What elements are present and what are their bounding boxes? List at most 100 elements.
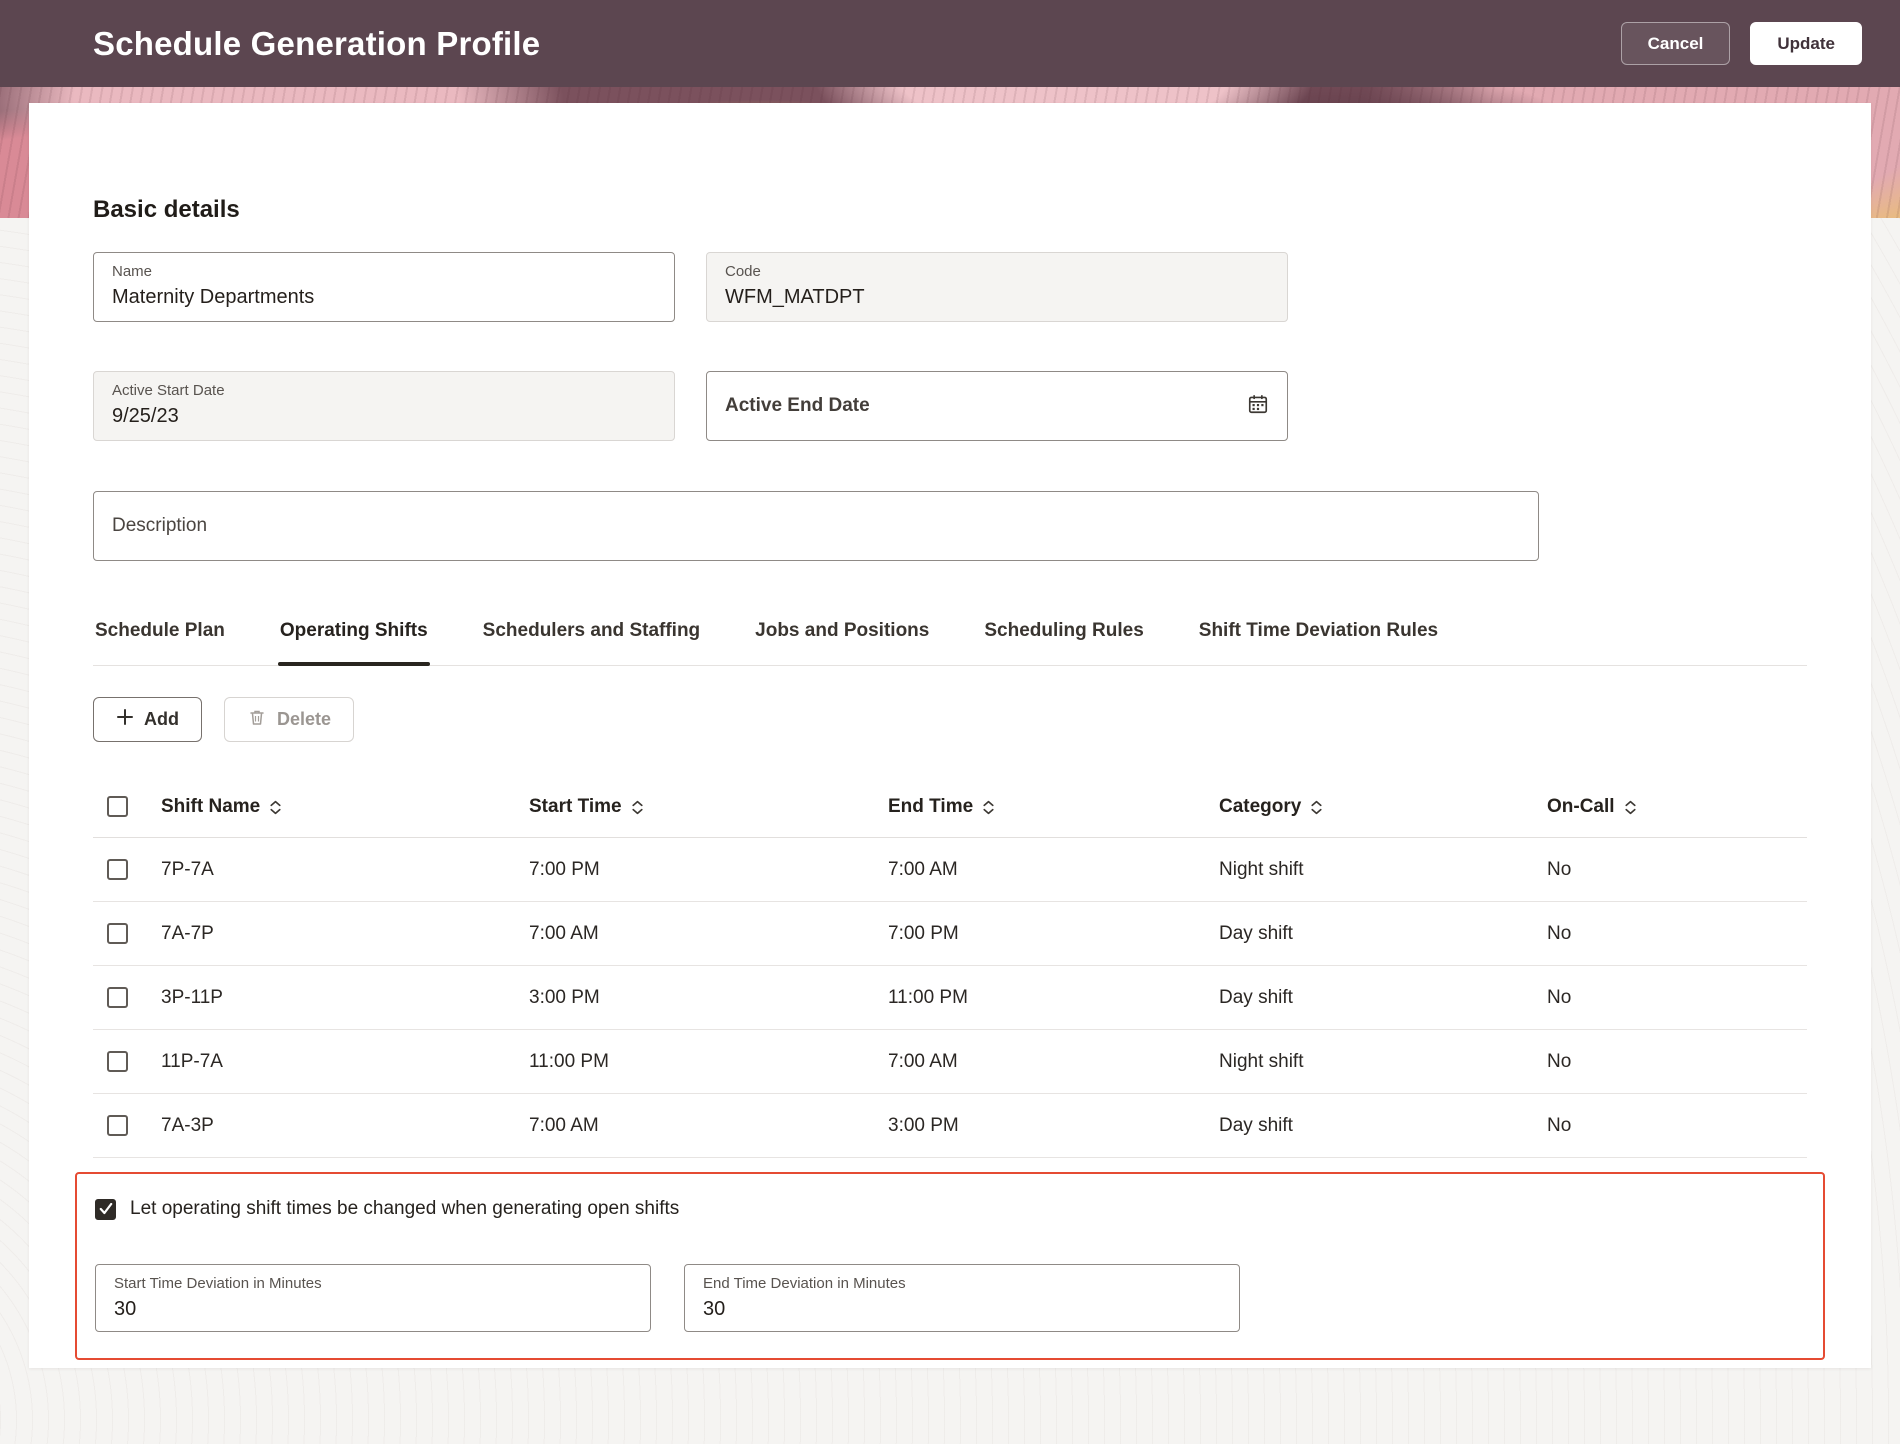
name-field[interactable]: Name Maternity Departments: [93, 252, 675, 322]
cell-on-call: No: [1547, 922, 1572, 944]
column-header-category[interactable]: Category: [1219, 796, 1547, 818]
cell-on-call: No: [1547, 1114, 1572, 1136]
column-header-shift-name[interactable]: Shift Name: [161, 796, 529, 818]
column-header-on-call[interactable]: On-Call: [1547, 796, 1807, 818]
name-field-label: Name: [112, 263, 153, 280]
tab-bar: Schedule Plan Operating Shifts Scheduler…: [93, 618, 1807, 666]
active-end-date-field[interactable]: Active End Date: [706, 371, 1288, 441]
cell-start-time: 7:00 AM: [529, 1114, 599, 1136]
header-actions: Cancel Update: [1620, 22, 1862, 65]
tab-schedulers-and-staffing[interactable]: Schedulers and Staffing: [481, 618, 702, 665]
table-header-row: Shift Name Start Time End Time Category …: [93, 776, 1807, 838]
active-start-date-label: Active Start Date: [112, 382, 225, 399]
tab-shift-time-deviation-rules[interactable]: Shift Time Deviation Rules: [1197, 618, 1440, 665]
basic-details-heading: Basic details: [93, 196, 240, 223]
active-start-date-value: 9/25/23: [112, 405, 179, 427]
cell-shift-name: 3P-11P: [161, 986, 223, 1008]
cell-category: Night shift: [1219, 858, 1304, 880]
cell-shift-name: 7P-7A: [161, 858, 214, 880]
table-row: 3P-11P 3:00 PM 11:00 PM Day shift No: [93, 966, 1807, 1030]
column-header-end-time[interactable]: End Time: [888, 796, 1219, 818]
cell-category: Day shift: [1219, 922, 1293, 944]
tab-schedule-plan[interactable]: Schedule Plan: [93, 618, 227, 665]
sort-icon[interactable]: [982, 800, 995, 815]
row-checkbox[interactable]: [107, 923, 128, 944]
checkmark-icon: [99, 1203, 112, 1215]
cell-category: Day shift: [1219, 986, 1293, 1008]
description-field-label: Description: [112, 515, 208, 536]
delete-button-label: Delete: [277, 709, 332, 729]
select-all-checkbox[interactable]: [107, 796, 128, 817]
start-time-deviation-field[interactable]: Start Time Deviation in Minutes 30: [95, 1264, 651, 1332]
sort-icon[interactable]: [1310, 800, 1323, 815]
cell-category: Night shift: [1219, 1050, 1304, 1072]
code-field-value: WFM_MATDPT: [725, 286, 865, 308]
table-row: 7A-7P 7:00 AM 7:00 PM Day shift No: [93, 902, 1807, 966]
active-end-date-label: Active End Date: [725, 395, 870, 416]
active-start-date-field: Active Start Date 9/25/23: [93, 371, 675, 441]
cancel-button[interactable]: Cancel: [1620, 22, 1731, 65]
cell-end-time: 7:00 AM: [888, 858, 958, 880]
update-button[interactable]: Update: [1750, 22, 1862, 65]
start-time-deviation-value: 30: [114, 1298, 137, 1320]
add-button[interactable]: Add: [93, 697, 202, 742]
allow-shift-change-label: Let operating shift times be changed whe…: [130, 1198, 680, 1219]
end-time-deviation-value: 30: [703, 1298, 726, 1320]
delete-button[interactable]: Delete: [224, 697, 355, 742]
plus-icon: [116, 708, 134, 731]
cell-start-time: 3:00 PM: [529, 986, 600, 1008]
end-time-deviation-field[interactable]: End Time Deviation in Minutes 30: [684, 1264, 1240, 1332]
sort-icon[interactable]: [1624, 800, 1637, 815]
description-field[interactable]: Description: [93, 491, 1539, 561]
open-shift-options-highlight: Let operating shift times be changed whe…: [75, 1172, 1825, 1360]
cell-end-time: 11:00 PM: [888, 986, 968, 1008]
form-row-1: Name Maternity Departments Code WFM_MATD…: [93, 252, 1807, 322]
tab-operating-shifts[interactable]: Operating Shifts: [277, 618, 430, 666]
table-row: 7A-3P 7:00 AM 3:00 PM Day shift No: [93, 1094, 1807, 1158]
code-field-label: Code: [725, 263, 761, 280]
row-checkbox[interactable]: [107, 1115, 128, 1136]
code-field: Code WFM_MATDPT: [706, 252, 1288, 322]
cell-shift-name: 7A-3P: [161, 1114, 214, 1136]
cell-on-call: No: [1547, 858, 1572, 880]
cell-on-call: No: [1547, 1050, 1572, 1072]
end-time-deviation-label: End Time Deviation in Minutes: [703, 1275, 906, 1292]
column-header-category-label: Category: [1219, 795, 1302, 817]
add-button-label: Add: [144, 709, 179, 729]
cell-shift-name: 7A-7P: [161, 922, 214, 944]
row-checkbox[interactable]: [107, 1051, 128, 1072]
cell-start-time: 7:00 AM: [529, 922, 599, 944]
row-checkbox[interactable]: [107, 987, 128, 1008]
row-checkbox[interactable]: [107, 859, 128, 880]
cell-shift-name: 11P-7A: [161, 1050, 223, 1072]
cell-category: Day shift: [1219, 1114, 1293, 1136]
cell-end-time: 7:00 AM: [888, 1050, 958, 1072]
column-header-on-call-label: On-Call: [1547, 795, 1615, 817]
page-title: Schedule Generation Profile: [93, 24, 541, 62]
column-header-start-time[interactable]: Start Time: [529, 796, 888, 818]
allow-shift-change-checkbox[interactable]: [95, 1198, 116, 1220]
trash-icon: [247, 707, 267, 732]
table-row: 7P-7A 7:00 PM 7:00 AM Night shift No: [93, 838, 1807, 902]
column-header-shift-name-label: Shift Name: [161, 795, 261, 817]
cell-start-time: 11:00 PM: [529, 1050, 609, 1072]
tab-jobs-and-positions[interactable]: Jobs and Positions: [753, 618, 931, 665]
sort-icon[interactable]: [631, 800, 644, 815]
table-toolbar: Add Delete: [93, 697, 1807, 742]
cell-end-time: 3:00 PM: [888, 1114, 959, 1136]
cell-end-time: 7:00 PM: [888, 922, 959, 944]
column-header-end-time-label: End Time: [888, 795, 974, 817]
content-card: Basic details Name Maternity Departments…: [29, 103, 1871, 1368]
sort-icon[interactable]: [269, 800, 282, 815]
cell-start-time: 7:00 PM: [529, 858, 600, 880]
shifts-table: Shift Name Start Time End Time Category …: [93, 776, 1807, 1158]
column-header-start-time-label: Start Time: [529, 795, 622, 817]
calendar-icon[interactable]: [1247, 393, 1269, 420]
table-row: 11P-7A 11:00 PM 7:00 AM Night shift No: [93, 1030, 1807, 1094]
name-field-value: Maternity Departments: [112, 286, 315, 308]
deviation-fields-row: Start Time Deviation in Minutes 30 End T…: [95, 1264, 1805, 1332]
tab-scheduling-rules[interactable]: Scheduling Rules: [982, 618, 1145, 665]
start-time-deviation-label: Start Time Deviation in Minutes: [114, 1275, 322, 1292]
allow-shift-change-row[interactable]: Let operating shift times be changed whe…: [95, 1194, 1805, 1224]
cell-on-call: No: [1547, 986, 1572, 1008]
